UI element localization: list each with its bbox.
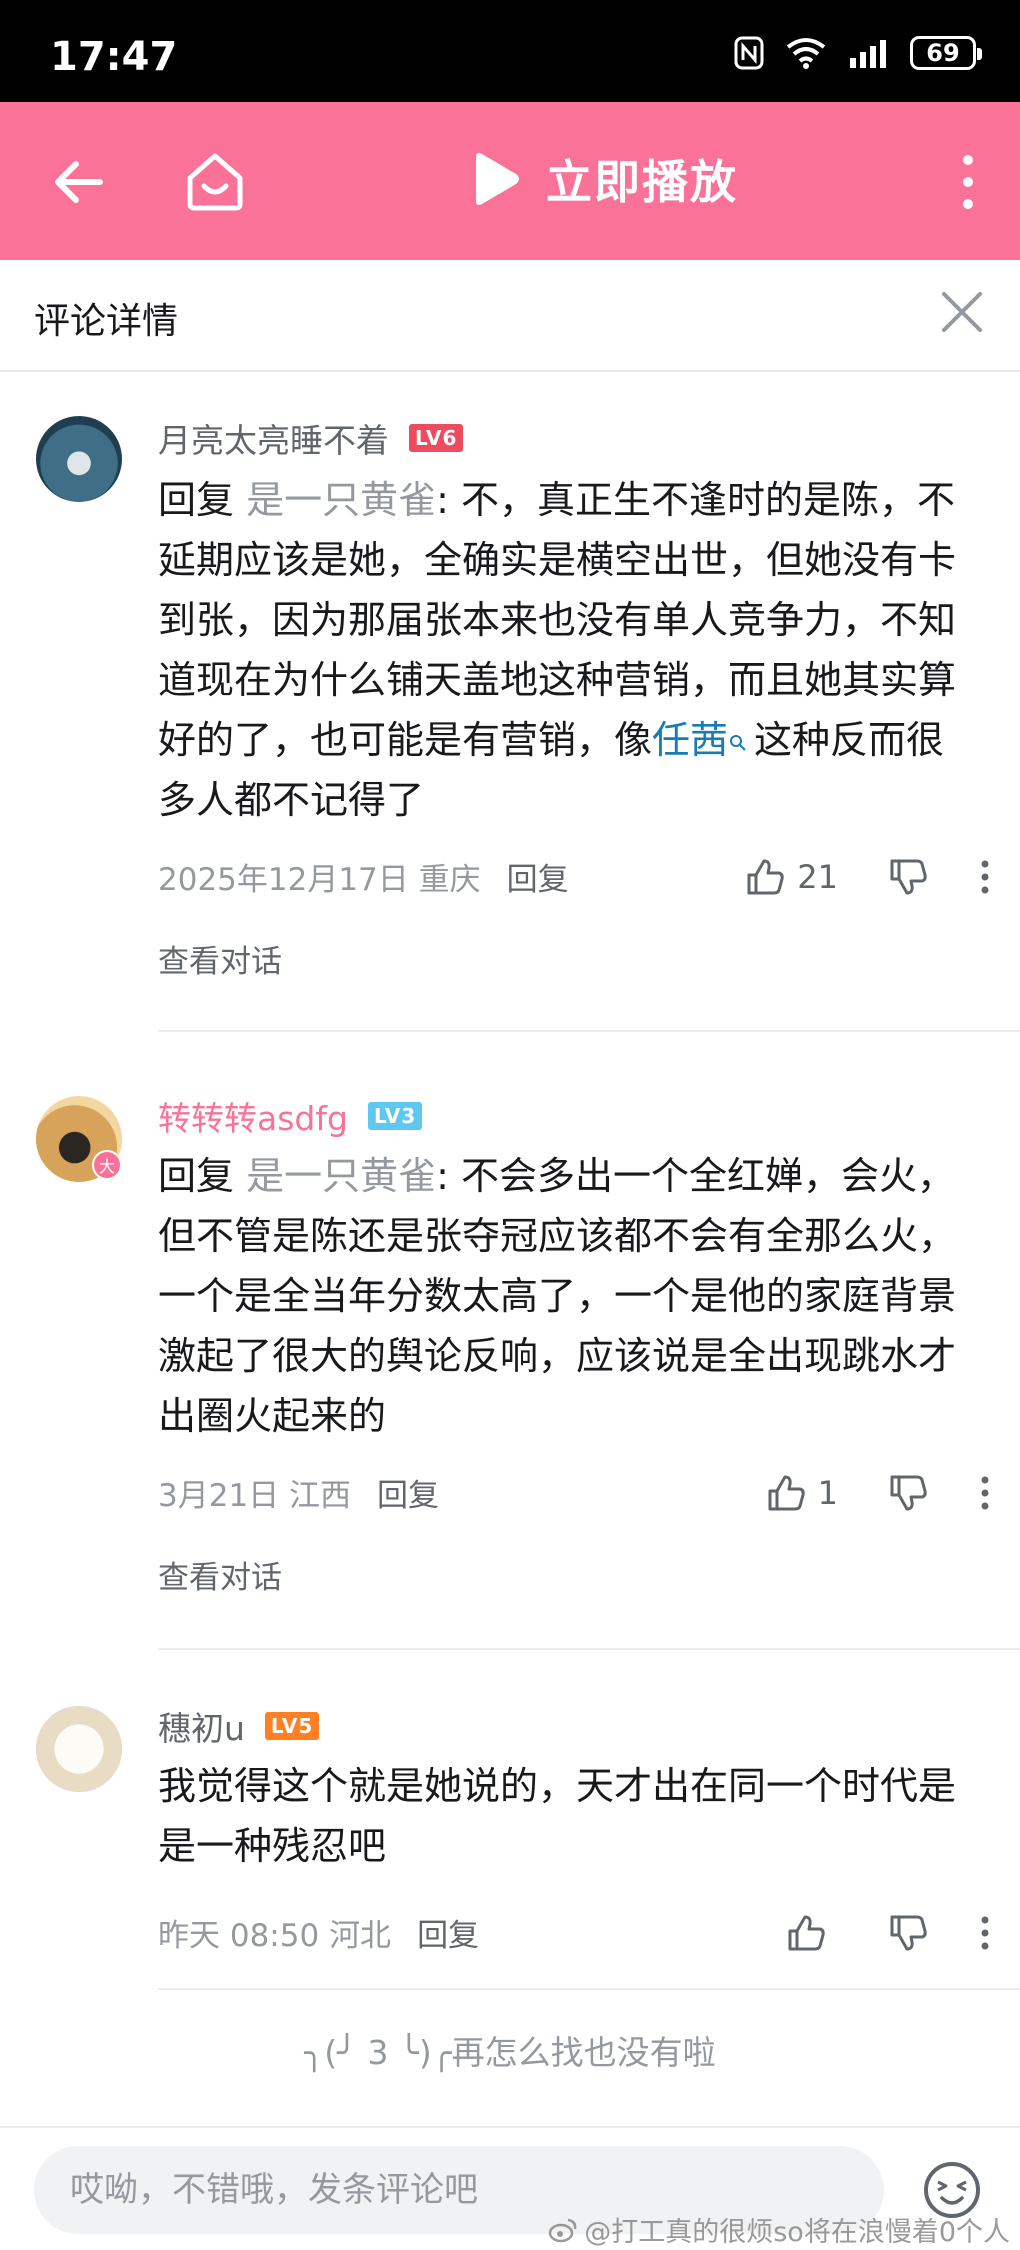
comment-text: 回复 是一只黄雀: 不会多出一个全红婵，会火，但不管是陈还是张夺冠应该都不会有全… [158,1146,978,1446]
thumb-down-icon[interactable] [888,857,928,897]
keyword-link[interactable]: 任茜 [652,718,728,762]
level-badge: LV3 [367,1102,423,1130]
comment-meta: 昨天 08:50 河北 回复 [158,1910,990,1955]
watermark-text: @打工真的很烦so将在浪慢着0个人 [584,2217,1010,2248]
reply-button[interactable]: 回复 [377,1470,439,1515]
play-now-label: 立即播放 [546,155,738,209]
page-title: 评论详情 [34,301,179,342]
comment-header: 穗初u LV5 [158,1702,320,1750]
reply-to-user[interactable]: 是一只黄雀 [246,478,436,522]
status-time: 17:47 [50,34,178,80]
wifi-icon [786,38,826,69]
comment-header: 月亮太亮睡不着 LV6 [158,414,464,462]
comment-header: 转转转asdfg LV3 [158,1092,423,1140]
level-badge: LV5 [264,1712,320,1740]
top-nav-bar: 立即播放 [0,102,1020,260]
reply-to-user[interactable]: 是一只黄雀 [246,1154,436,1198]
comment-body: 我觉得这个就是她说的，天才出在同一个时代是是一种残忍吧 [158,1764,957,1868]
thumb-up-icon [747,859,784,894]
search-small-icon [730,734,746,751]
status-bar: 17:47 69 [0,0,1020,102]
home-icon[interactable] [182,148,248,214]
divider [158,1988,1020,1990]
view-conversation-link[interactable]: 查看对话 [158,936,282,981]
comment-detail-header: 评论详情 [0,260,1020,372]
more-vertical-icon[interactable] [956,152,980,212]
reply-prefix: 回复 [158,1154,247,1198]
thumb-up-icon [768,1475,805,1510]
avatar[interactable] [36,416,122,502]
signal-icon [850,40,886,68]
like-button[interactable]: 21 [745,857,838,897]
comment-text: 回复 是一只黄雀: 不，真正生不逢时的是陈，不延期应该是她，全确实是横空出世，但… [158,470,978,830]
comment-text: 我觉得这个就是她说的，天才出在同一个时代是是一种残忍吧 [158,1756,978,1876]
view-conversation-link[interactable]: 查看对话 [158,1552,282,1597]
comment-location: 河北 [329,1918,392,1954]
back-arrow-icon[interactable] [50,152,110,212]
more-vertical-icon[interactable] [980,1475,990,1511]
divider [158,1648,1020,1650]
thumb-up-icon [788,1915,825,1950]
comment-date: 昨天 08:50 [158,1918,320,1954]
comment-meta: 2025年12月17日 重庆 回复 21 [158,854,990,899]
play-icon [476,153,519,205]
comment-date: 3月21日 [158,1478,280,1514]
weibo-icon [548,2218,577,2242]
username[interactable]: 月亮太亮睡不着 [158,414,389,462]
level-badge: LV6 [409,424,464,452]
more-vertical-icon[interactable] [980,1915,990,1951]
like-button[interactable] [786,1913,838,1953]
end-of-list-note: ╮(╯ 3 ╰)╭再怎么找也没有啦 [304,2033,716,2072]
battery-indicator: 69 [910,36,982,70]
comment-location: 重庆 [418,862,481,898]
nfc-icon [734,36,764,70]
divider [158,1030,1020,1032]
comment-meta: 3月21日 江西 回复 1 [158,1470,990,1515]
reply-button[interactable]: 回复 [507,854,569,899]
reply-button[interactable]: 回复 [417,1910,479,1955]
username[interactable]: 转转转asdfg [158,1092,348,1140]
close-icon[interactable] [940,290,984,334]
more-vertical-icon[interactable] [980,859,990,895]
like-button[interactable]: 1 [766,1473,838,1513]
username[interactable]: 穗初u [158,1702,245,1750]
like-count: 1 [817,1473,838,1512]
thumb-down-icon[interactable] [888,1913,928,1953]
watermark: @打工真的很烦so将在浪慢着0个人 [548,2210,1010,2249]
status-icons: 69 [734,36,982,70]
avatar[interactable] [36,1706,122,1792]
thumb-down-icon[interactable] [888,1473,928,1513]
vip-badge: 大 [92,1150,122,1180]
bottom-comment-bar: 哎呦，不错哦，发条评论吧 @打工真的很烦so将在浪慢着0个人 [0,2126,1020,2250]
like-count: 21 [797,857,838,896]
comment-location: 江西 [289,1478,352,1514]
reply-prefix: 回复 [158,478,247,522]
play-now-button[interactable]: 立即播放 [470,146,738,212]
comment-date: 2025年12月17日 [158,862,409,898]
